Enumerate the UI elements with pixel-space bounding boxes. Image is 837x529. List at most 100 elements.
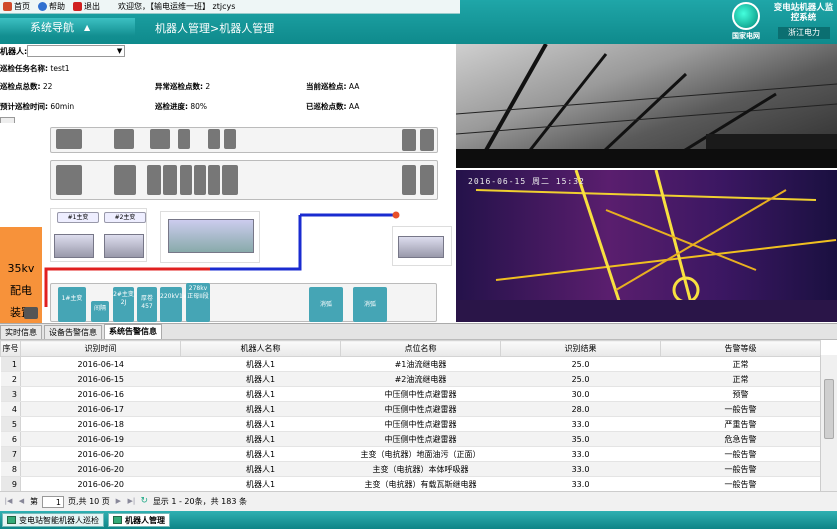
table-cell: 预警 [660, 386, 821, 402]
table-scrollbar[interactable] [820, 355, 837, 491]
row-index: 2 [0, 371, 21, 387]
table-cell: 25.0 [500, 356, 661, 372]
bay-cell[interactable]: 220kV1# [160, 287, 188, 322]
table-cell: 33.0 [500, 446, 661, 462]
current-point: 当前巡检点: AA [306, 82, 360, 91]
row-index: 7 [0, 446, 21, 462]
table-cell: 2016-06-17 [20, 401, 181, 417]
tab-system-alarm[interactable]: 系统告警信息 [104, 324, 162, 339]
row-index: 1 [0, 356, 21, 372]
bay-cell[interactable]: 278kv正母II段 [186, 283, 210, 322]
table-cell: 28.0 [500, 401, 661, 417]
table-cell: 机器人1 [180, 371, 341, 387]
col-header[interactable]: 识别结果 [500, 340, 661, 357]
table-header: 序号 识别时间 机器人名称 点位名称 识别结果 告警等级 [0, 340, 821, 357]
infrared-camera-view[interactable]: 2016-06-15 周二 15:32 [456, 170, 837, 322]
col-header[interactable]: 机器人名称 [180, 340, 341, 357]
table-cell: 35.0 [500, 431, 661, 447]
table-cell: 机器人1 [180, 461, 341, 477]
row-index: 6 [0, 431, 21, 447]
next-page-icon[interactable]: ▶ [114, 497, 123, 506]
robot-position [392, 211, 400, 219]
logout-link[interactable]: 退出 [73, 1, 100, 12]
table-cell: 机器人1 [180, 476, 341, 491]
bay-cell[interactable]: 2#主变2J [113, 287, 134, 322]
first-page-icon[interactable]: |◀ [4, 497, 13, 506]
table-cell: 主变（电抗器）地面油污（正面） [340, 446, 501, 462]
pager: |◀ ◀ 第 1 页,共 10 页 ▶ ▶| ↻ 显示 1 - 20条，共 18… [0, 491, 837, 511]
col-header[interactable]: 告警等级 [660, 340, 821, 357]
table-cell: 中压侧中性点避雷器 [340, 416, 501, 432]
table-row[interactable]: 8 2016-06-20 机器人1 主变（电抗器）本体呼吸器 33.0 一般告警 [0, 461, 821, 477]
col-header[interactable]: 序号 [0, 340, 21, 357]
nav-toggle[interactable]: 系统导航 ▲ [0, 18, 135, 36]
taskbar-item-robot-management[interactable]: 机器人管理 [108, 513, 170, 527]
table-cell: 一般告警 [660, 476, 821, 491]
refresh-icon[interactable]: ↻ [140, 497, 149, 506]
robot-select[interactable]: ▼ [27, 45, 126, 57]
table-cell: 机器人1 [180, 446, 341, 462]
page-suffix: 页,共 10 页 [68, 497, 110, 506]
bay-cell[interactable]: 1#主变 [58, 287, 86, 322]
scrollbar-thumb[interactable] [824, 379, 834, 439]
table-cell: 33.0 [500, 476, 661, 491]
table-cell: 正常 [660, 371, 821, 387]
table-cell: 机器人1 [180, 386, 341, 402]
robot-icon[interactable] [24, 307, 38, 319]
table-cell: 2016-06-18 [20, 416, 181, 432]
row-index: 4 [0, 401, 21, 417]
taskbar-item-inspection[interactable]: 变电站智能机器人巡检 [2, 513, 104, 527]
bay-cell[interactable]: 消弧 [353, 287, 387, 322]
row-index: 3 [0, 386, 21, 402]
table-row[interactable]: 9 2016-06-20 机器人1 主变（电抗器）有载瓦斯继电器 33.0 一般告警 [0, 476, 821, 491]
tab-realtime[interactable]: 实时信息 [0, 325, 42, 339]
brand-name: 国家电网 [732, 32, 760, 40]
route-blue [210, 215, 302, 271]
info-tabs: 实时信息 设备告警信息 系统告警信息 [0, 323, 837, 339]
col-header[interactable]: 点位名称 [340, 340, 501, 357]
table-cell: 2016-06-15 [20, 371, 181, 387]
home-link[interactable]: 首页 [3, 1, 30, 12]
robot-select-row: 机器人: ▼ [0, 44, 126, 58]
table-cell: 机器人1 [180, 356, 341, 372]
visible-camera-view[interactable] [456, 44, 837, 168]
table-cell: 2016-06-20 [20, 446, 181, 462]
table-row[interactable]: 7 2016-06-20 机器人1 主变（电抗器）地面油污（正面） 33.0 一般告警 [0, 446, 821, 462]
help-icon [38, 2, 47, 11]
table-cell: 2016-06-20 [20, 461, 181, 477]
table-row[interactable]: 5 2016-06-18 机器人1 中压侧中性点避雷器 33.0 严重告警 [0, 416, 821, 432]
table-row[interactable]: 1 2016-06-14 机器人1 #1油流继电器 25.0 正常 [0, 356, 821, 372]
table-cell: 2016-06-16 [20, 386, 181, 402]
table-row[interactable]: 4 2016-06-17 机器人1 中压侧中性点避雷器 28.0 一般告警 [0, 401, 821, 417]
window-icon [7, 516, 16, 524]
table-cell: 机器人1 [180, 416, 341, 432]
welcome-text: 欢迎您，【输电运维一班】 ztjcys [118, 2, 236, 11]
taskbar: 变电站智能机器人巡检 机器人管理 [0, 511, 837, 529]
alarm-table: 序号 识别时间 机器人名称 点位名称 识别结果 告警等级 1 2016-06-14… [0, 339, 837, 491]
table-cell: 30.0 [500, 386, 661, 402]
table-cell: 主变（电抗器）本体呼吸器 [340, 461, 501, 477]
table-row[interactable]: 2 2016-06-15 机器人1 #2油流继电器 25.0 正常 [0, 371, 821, 387]
system-title: 变电站机器人监控系统 [773, 3, 834, 23]
bay-cell[interactable]: 消弧 [309, 287, 343, 322]
table-cell: #1油流继电器 [340, 356, 501, 372]
row-index: 5 [0, 416, 21, 432]
bay-cell[interactable]: 间隔 [91, 301, 109, 322]
triangle-up-icon: ▲ [84, 22, 91, 32]
page-input[interactable]: 1 [42, 495, 64, 508]
bay-cell[interactable]: 厚卷457 [137, 287, 157, 322]
page-prefix: 第 [30, 497, 38, 506]
table-cell: 中压侧中性点避雷器 [340, 431, 501, 447]
table-cell: 25.0 [500, 371, 661, 387]
col-header[interactable]: 识别时间 [20, 340, 181, 357]
tab-device-alarm[interactable]: 设备告警信息 [44, 325, 102, 339]
table-row[interactable]: 6 2016-06-19 机器人1 中压侧中性点避雷器 35.0 危急告警 [0, 431, 821, 447]
prev-page-icon[interactable]: ◀ [17, 497, 26, 506]
help-link[interactable]: 帮助 [38, 1, 65, 12]
last-page-icon[interactable]: ▶| [127, 497, 136, 506]
table-row[interactable]: 3 2016-06-16 机器人1 中压侧中性点避雷器 30.0 预警 [0, 386, 821, 402]
window-icon [113, 516, 122, 524]
table-cell: 33.0 [500, 461, 661, 477]
estimated-time: 预计巡检时间: 60min [0, 102, 75, 111]
camera-scene [456, 44, 837, 168]
